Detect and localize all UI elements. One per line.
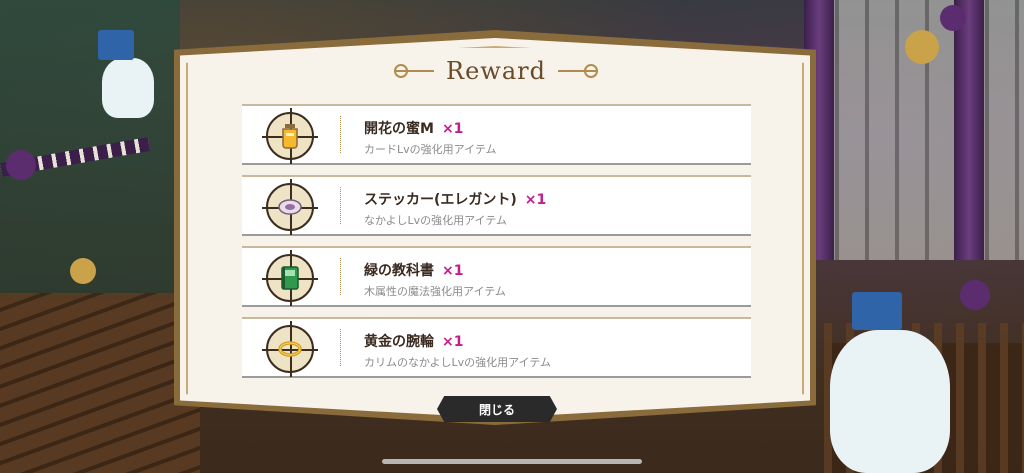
item-divider [340, 329, 341, 366]
reward-name: 緑の教科書 ×1 [364, 260, 463, 280]
background-balloon [6, 150, 36, 180]
sticker-icon [262, 179, 318, 235]
reward-name: ステッカー(エレガント) ×1 [364, 189, 546, 209]
reward-description: カリムのなかよしLvの強化用アイテム [364, 356, 551, 369]
reward-description: カードLvの強化用アイテム [364, 143, 497, 156]
ghost-tophat [852, 292, 902, 330]
honey-jar-icon [262, 108, 318, 164]
flourish-icon [394, 62, 435, 80]
reward-name: 黄金の腕輪 ×1 [364, 331, 463, 351]
flourish-icon [557, 62, 598, 80]
golden-bracelet-icon [262, 321, 318, 377]
reward-item: 緑の教科書 ×1 木属性の魔法強化用アイテム [242, 246, 751, 307]
reward-description: なかよしLvの強化用アイテム [364, 214, 507, 227]
reward-name-text: 黄金の腕輪 [364, 334, 434, 350]
item-divider [340, 187, 341, 224]
reward-list: 開花の蜜M ×1 カードLvの強化用アイテム ステッカー(エレガント) ×1 なかよ… [242, 104, 751, 388]
background-balloon [940, 5, 966, 31]
background-curtain [954, 0, 984, 260]
close-button[interactable]: 閉じる [437, 396, 557, 422]
home-indicator[interactable] [382, 459, 642, 464]
reward-name-text: 緑の教科書 [364, 263, 434, 279]
background-stairs [0, 293, 200, 473]
item-divider [340, 258, 341, 295]
reward-item: 開花の蜜M ×1 カードLvの強化用アイテム [242, 104, 751, 165]
background-balloon [905, 30, 939, 64]
ghost-tophat [98, 30, 134, 60]
green-textbook-icon [262, 250, 318, 306]
background-balloon [70, 258, 96, 284]
ghost-character [102, 58, 154, 118]
reward-name: 開花の蜜M ×1 [364, 118, 463, 138]
reward-quantity: ×1 [524, 192, 547, 208]
reward-quantity: ×1 [442, 334, 464, 350]
dialog-title: Reward [446, 57, 546, 85]
reward-item: 黄金の腕輪 ×1 カリムのなかよしLvの強化用アイテム [242, 317, 751, 378]
reward-quantity: ×1 [441, 121, 464, 137]
reward-quantity: ×1 [442, 263, 464, 279]
dialog-header: Reward [380, 54, 612, 88]
item-divider [340, 116, 341, 153]
reward-name-text: 開花の蜜M [364, 121, 434, 137]
reward-item: ステッカー(エレガント) ×1 なかよしLvの強化用アイテム [242, 175, 751, 236]
reward-name-text: ステッカー(エレガント) [364, 192, 517, 208]
reward-description: 木属性の魔法強化用アイテム [364, 285, 506, 298]
ghost-character [830, 330, 950, 473]
background-balloon [960, 280, 990, 310]
